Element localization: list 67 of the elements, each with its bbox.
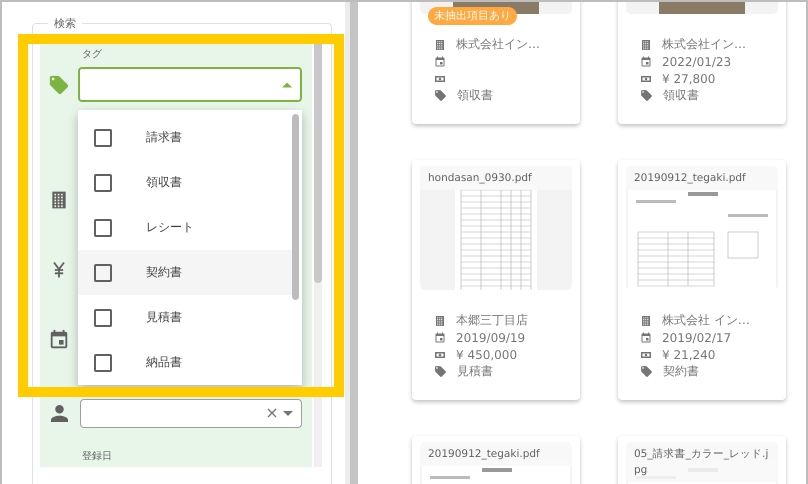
company-name: 株式会社イン… [456,36,540,53]
checkbox[interactable] [94,308,112,326]
caret-icon [282,82,292,88]
tag-icon [434,89,447,102]
calendar-icon [434,332,446,344]
tag-option[interactable]: 契約書 [78,250,292,295]
building-icon [434,314,446,326]
checkbox[interactable] [94,218,112,236]
tag-icon [434,365,447,378]
option-label: レシート [146,219,194,236]
date-field-label: 登録日 [82,450,113,463]
tag-option[interactable]: 見積書 [78,295,292,340]
tag-label: 見積書 [457,363,493,380]
tag-icon [48,74,70,96]
calendar-icon [640,56,652,68]
option-label: 領収書 [146,174,182,191]
tag-option[interactable]: 請求書 [78,115,292,160]
tag-option[interactable]: 領収書 [78,160,292,205]
amount: ¥ 27,800 [662,72,716,86]
status-badge: 未抽出項目あり [428,7,517,25]
document-card[interactable]: 株式会社イン… 2022/01/23 ¥ 27,800 領収書 [618,2,786,124]
tag-label: 領収書 [663,87,699,104]
building-icon [640,38,652,50]
document-date: 2019/02/17 [662,330,732,344]
tag-select-field[interactable] [78,67,302,102]
person-select-field[interactable] [80,398,302,428]
company-name: 株式会社イン… [662,36,746,53]
tag-label: 契約書 [663,363,699,380]
calendar-icon [434,56,446,68]
file-name: hondasan_0930.pdf [420,166,572,190]
file-name: 20190912_tegaki.pdf [626,166,778,190]
company-name: 本郷三丁目店 [456,312,528,329]
tag-icon [640,365,653,378]
option-label: 納品書 [146,354,182,371]
building-icon [434,38,446,50]
document-card[interactable]: hondasan_0930.pdf 本郷三丁目店 2019/09/19 ¥ 450,000 見積書 [412,160,580,400]
checkbox[interactable] [94,264,112,282]
tag-icon [640,89,653,102]
company-name: 株式会社 イン… [662,312,750,329]
tag-label: 領収書 [457,87,493,104]
document-card[interactable]: 05_請求書_カラー_レッド.jpg [618,436,786,484]
building-icon [640,314,652,326]
document-date: 2022/01/23 [662,54,732,68]
file-name: 05_請求書_カラー_レッド.jpg [626,442,778,482]
calendar-icon [48,329,70,351]
amount: ¥ 450,000 [456,348,518,362]
person-icon [50,404,68,422]
document-date: 2019/09/19 [456,330,526,344]
scrollbar-thumb[interactable] [292,114,299,300]
amount: ¥ 21,240 [662,348,716,362]
clear-icon[interactable] [267,408,277,418]
checkbox[interactable] [94,174,112,192]
option-label: 見積書 [146,309,182,326]
document-card[interactable]: 20190912_tegaki.pdf [412,436,580,484]
file-name: 20190912_tegaki.pdf [420,442,572,466]
option-label: 請求書 [146,129,182,146]
document-card[interactable]: 20190912_tegaki.pdf 株式会社 イン… 2019/02/17 ¥ 21,240 契約書 [618,160,786,400]
checkbox[interactable] [94,128,112,146]
calendar-icon [640,332,652,344]
checkbox[interactable] [94,354,112,372]
search-legend: 検索 [48,16,82,31]
tag-option[interactable]: レシート [78,205,292,250]
document-card[interactable]: 未抽出項目あり 株式会社イン… 領収書 [412,2,580,124]
option-label: 契約書 [146,264,182,281]
tag-option[interactable]: 納品書 [78,340,292,385]
tag-field-label: タグ [82,49,102,61]
caret-icon [283,410,293,416]
